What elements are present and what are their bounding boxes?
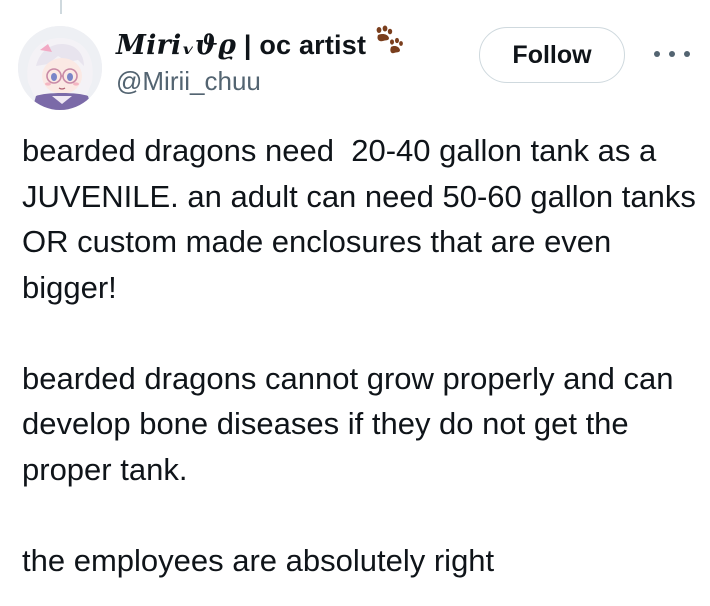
tweet-paragraph: bearded dragons cannot grow properly and… xyxy=(22,360,683,487)
avatar[interactable] xyxy=(18,26,102,110)
tweet-paragraph: bearded dragons need 20-40 gallon tank a… xyxy=(22,133,705,305)
paw-prints-icon xyxy=(370,25,404,60)
author-handle[interactable]: @Mirii_chuu xyxy=(116,66,261,97)
avatar-image xyxy=(18,26,102,110)
more-horizontal-icon[interactable] xyxy=(654,40,690,68)
tweet-paragraph: the employees are absolutely right xyxy=(22,542,495,578)
follow-button[interactable]: Follow xyxy=(479,27,625,83)
author-name-row: Miriᵥϑϱ | oc artist xyxy=(116,25,404,62)
thread-connector-line xyxy=(60,0,62,14)
tweet-text: bearded dragons need 20-40 gallon tank a… xyxy=(22,128,702,583)
author-display-name[interactable]: Miriᵥϑϱ | oc artist xyxy=(116,30,366,61)
